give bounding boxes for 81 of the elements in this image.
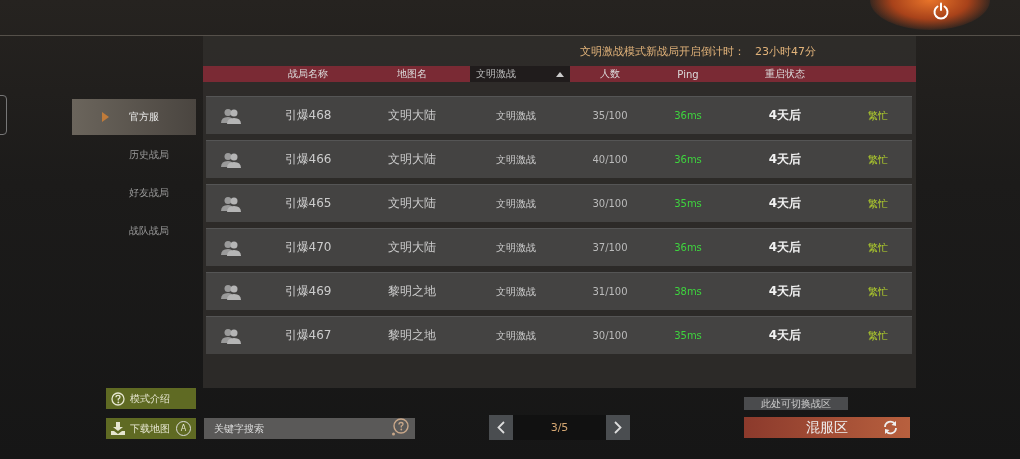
countdown-label: 文明激战模式新战局开启倒计时： xyxy=(580,43,745,59)
page-indicator: 3/5 xyxy=(513,415,606,440)
column-header: 战局名称 xyxy=(287,67,329,81)
users-icon xyxy=(221,195,241,212)
player-count: 30/100 xyxy=(592,330,628,341)
server-name: 引爆468 xyxy=(284,108,332,122)
server-status: 繁忙 xyxy=(868,197,888,209)
server-row[interactable]: 引爆469 黎明之地 文明激战 31/100 38ms 4天后 繁忙 xyxy=(206,272,912,310)
server-row[interactable]: 引爆466 文明大陆 文明激战 40/100 36ms 4天后 繁忙 xyxy=(206,140,912,178)
mode-name: 文明激战 xyxy=(496,109,536,121)
map-name: 文明大陆 xyxy=(388,108,436,122)
sidebar-item[interactable]: 历史战局 xyxy=(72,137,196,173)
server-name: 引爆465 xyxy=(284,196,332,210)
chevron-left-icon xyxy=(497,421,505,434)
refresh-icon xyxy=(883,420,898,435)
server-row[interactable]: 引爆465 文明大陆 文明激战 30/100 35ms 4天后 繁忙 xyxy=(206,184,912,222)
server-name: 引爆469 xyxy=(284,284,332,298)
restart-status: 4天后 xyxy=(768,108,802,122)
restart-status: 4天后 xyxy=(768,196,802,210)
player-count: 37/100 xyxy=(592,242,628,253)
ping-value: 35ms xyxy=(674,330,702,341)
map-name: 文明大陆 xyxy=(388,196,436,210)
server-row[interactable]: 引爆468 文明大陆 文明激战 35/100 36ms 4天后 繁忙 xyxy=(206,96,912,134)
countdown-value: 23小时47分 xyxy=(755,43,816,59)
restart-status: 4天后 xyxy=(768,328,802,342)
ping-value: 38ms xyxy=(674,286,702,297)
search-help-icon xyxy=(391,418,409,436)
ping-value: 36ms xyxy=(674,154,702,165)
users-icon xyxy=(221,151,241,168)
help-icon xyxy=(111,391,125,406)
ping-value: 36ms xyxy=(674,110,702,121)
mode-name: 文明激战 xyxy=(496,285,536,297)
search-field[interactable]: 关键字搜索 xyxy=(204,418,415,439)
mode-name: 文明激战 xyxy=(496,241,536,253)
chevron-right-icon xyxy=(614,421,622,434)
server-status: 繁忙 xyxy=(868,329,888,341)
download-map-button[interactable]: 下载地图 A xyxy=(106,418,196,439)
map-name: 文明大陆 xyxy=(388,152,436,166)
server-name: 引爆467 xyxy=(284,328,332,342)
column-header: 人数 xyxy=(599,67,621,81)
mode-filter-dropdown[interactable]: 文明激战 xyxy=(470,66,570,82)
server-row[interactable]: 引爆470 文明大陆 文明激战 37/100 36ms 4天后 繁忙 xyxy=(206,228,912,266)
restart-status: 4天后 xyxy=(768,240,802,254)
server-status: 繁忙 xyxy=(868,153,888,165)
server-status: 繁忙 xyxy=(868,241,888,253)
sidebar-item[interactable]: 好友战局 xyxy=(72,175,196,211)
player-count: 31/100 xyxy=(592,286,628,297)
server-status: 繁忙 xyxy=(868,109,888,121)
restart-status: 4天后 xyxy=(768,152,802,166)
mode-intro-button[interactable]: 模式介绍 xyxy=(106,388,196,409)
next-page-button[interactable] xyxy=(606,415,630,440)
column-header: Ping xyxy=(676,68,700,80)
users-icon xyxy=(221,283,241,300)
ping-value: 35ms xyxy=(674,198,702,209)
ping-value: 36ms xyxy=(674,242,702,253)
previous-page-button[interactable] xyxy=(489,415,513,440)
mode-name: 文明激战 xyxy=(496,329,536,341)
column-header: 重启状态 xyxy=(764,67,806,81)
server-name: 引爆466 xyxy=(284,152,332,166)
map-name: 黎明之地 xyxy=(388,284,436,298)
map-name: 文明大陆 xyxy=(388,240,436,254)
player-count: 40/100 xyxy=(592,154,628,165)
server-name: 引爆470 xyxy=(284,240,332,254)
server-row[interactable]: 引爆467 黎明之地 文明激战 30/100 35ms 4天后 繁忙 xyxy=(206,316,912,354)
users-icon xyxy=(221,239,241,256)
sidebar-item[interactable]: 官方服 xyxy=(72,99,196,135)
mode-name: 文明激战 xyxy=(496,153,536,165)
player-count: 35/100 xyxy=(592,110,628,121)
power-icon[interactable] xyxy=(932,2,950,20)
player-count: 30/100 xyxy=(592,198,628,209)
column-header: 地图名 xyxy=(396,67,428,81)
tooltip: 此处可切换战区 xyxy=(744,397,848,410)
users-icon xyxy=(221,107,241,124)
download-icon xyxy=(111,422,125,435)
restart-status: 4天后 xyxy=(768,284,802,298)
users-icon xyxy=(221,327,241,344)
zone-switch-button[interactable]: 混服区 xyxy=(744,417,910,438)
server-status: 繁忙 xyxy=(868,285,888,297)
mode-name: 文明激战 xyxy=(496,197,536,209)
sidebar-item[interactable]: 战队战局 xyxy=(72,213,196,249)
map-name: 黎明之地 xyxy=(388,328,436,342)
